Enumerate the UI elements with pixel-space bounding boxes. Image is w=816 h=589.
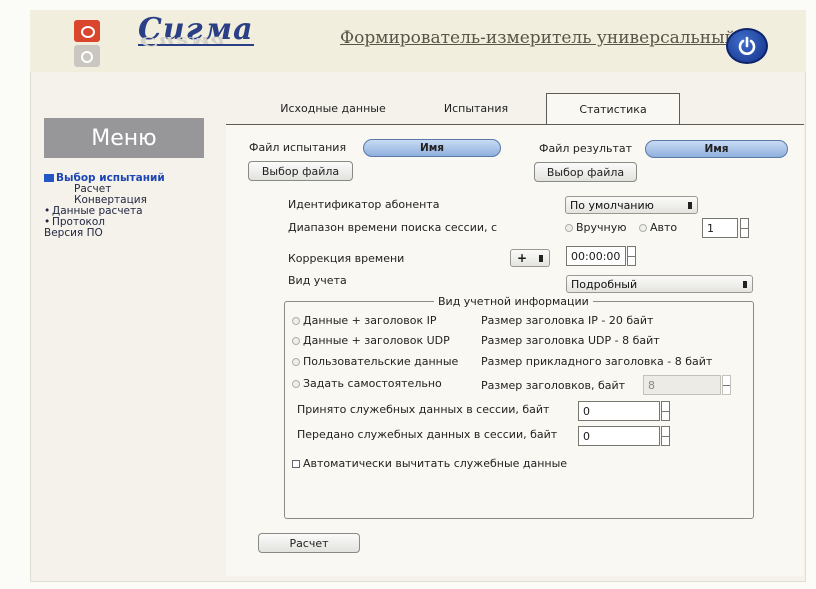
power-button[interactable]	[726, 28, 768, 64]
session-range-label: Диапазон времени поиска сессии, с	[288, 221, 498, 234]
choose-result-file-button[interactable]: Выбор файла	[534, 162, 637, 182]
option-label: Пользовательские данные	[303, 355, 459, 368]
header-size-spinner[interactable]	[722, 375, 731, 395]
sidebar-item-test-selection[interactable]: Выбор испытаний	[44, 173, 209, 184]
calculate-button[interactable]: Расчет	[258, 533, 360, 553]
dropdown-arrow-icon	[743, 281, 747, 288]
choose-test-file-button[interactable]: Выбор файла	[248, 161, 353, 181]
auto-subtract-checkbox[interactable]: Автоматически вычитать служебные данные	[292, 457, 567, 470]
logo-icon	[74, 20, 100, 68]
test-file-name[interactable]: Имя	[363, 139, 501, 157]
tab-statistics[interactable]: Статистика	[546, 93, 680, 124]
sidebar-menu: Выбор испытаний Расчет Конвертация • Данн…	[44, 173, 209, 239]
sidebar-item-software-version[interactable]: Версия ПО	[44, 228, 209, 239]
dropdown-arrow-icon	[539, 255, 543, 262]
subscriber-id-label: Идентификатор абонента	[288, 198, 440, 211]
radio-icon	[292, 380, 300, 388]
option-user-data-info: Размер прикладного заголовка - 8 байт	[481, 355, 713, 368]
subscriber-id-select[interactable]: По умолчанию	[565, 196, 698, 214]
accounting-type-value: Подробный	[571, 277, 638, 291]
auto-radio-label: Авто	[650, 221, 678, 234]
received-service-data-spinner[interactable]	[661, 401, 670, 421]
auto-radio[interactable]: Авто	[639, 221, 677, 234]
option-custom-info: Размер заголовков, байт	[481, 379, 626, 392]
header-size-input[interactable]: 8	[643, 375, 721, 395]
radio-icon	[292, 337, 300, 345]
option-label: Данные + заголовок IP	[303, 314, 437, 327]
option-user-data-radio[interactable]: Пользовательские данные	[292, 355, 458, 368]
manual-radio-label: Вручную	[576, 221, 627, 234]
sent-service-data-label: Передано служебных данных в сессии, байт	[297, 428, 558, 441]
result-file-label: Файл результат	[539, 142, 633, 155]
option-label: Задать самостоятельно	[303, 377, 442, 390]
session-range-input[interactable]: 1	[702, 218, 738, 238]
time-correction-sign-select[interactable]: +	[510, 249, 550, 267]
time-correction-input[interactable]: 00:00:00	[566, 246, 626, 266]
app-title: Формирователь-измеритель универсальный	[340, 28, 736, 48]
option-ip-radio[interactable]: Данные + заголовок IP	[292, 314, 436, 327]
accounting-type-label: Вид учета	[288, 274, 347, 287]
manual-radio[interactable]: Вручную	[565, 221, 627, 234]
brand-logo-reflection: Сигма	[140, 33, 227, 50]
dropdown-arrow-icon	[688, 202, 692, 209]
time-correction-label: Коррекция времени	[288, 252, 405, 265]
received-service-data-input[interactable]: 0	[578, 401, 660, 421]
option-udp-info: Размер заголовка UDP - 8 байт	[481, 334, 660, 347]
session-range-spinner[interactable]	[740, 218, 749, 238]
result-file-name[interactable]: Имя	[645, 140, 788, 158]
menu-title: Меню	[44, 118, 204, 158]
auto-subtract-label: Автоматически вычитать служебные данные	[303, 457, 568, 470]
subscriber-id-value: По умолчанию	[570, 198, 654, 212]
checkbox-icon	[292, 460, 300, 468]
time-correction-spinner[interactable]	[627, 246, 636, 266]
option-ip-info: Размер заголовка IP - 20 байт	[481, 314, 654, 327]
test-file-label: Файл испытания	[249, 141, 347, 154]
time-correction-sign: +	[517, 251, 528, 265]
sidebar-item-label: Версия ПО	[44, 227, 103, 239]
selected-marker-icon	[44, 174, 54, 182]
sent-service-data-input[interactable]: 0	[578, 426, 660, 446]
radio-icon	[639, 224, 647, 232]
tab-tests[interactable]: Испытания	[420, 95, 532, 122]
power-icon	[738, 36, 756, 55]
option-label: Данные + заголовок UDP	[303, 334, 450, 347]
radio-icon	[292, 358, 300, 366]
accounting-type-select[interactable]: Подробный	[566, 275, 753, 293]
radio-icon	[565, 224, 573, 232]
received-service-data-label: Принято служебных данных в сессии, байт	[297, 403, 550, 416]
option-custom-radio[interactable]: Задать самостоятельно	[292, 377, 442, 390]
sent-service-data-spinner[interactable]	[661, 426, 670, 446]
radio-icon	[292, 317, 300, 325]
tab-source-data[interactable]: Исходные данные	[268, 95, 398, 122]
accounting-info-title: Вид учетной информации	[434, 295, 593, 308]
option-udp-radio[interactable]: Данные + заголовок UDP	[292, 334, 450, 347]
